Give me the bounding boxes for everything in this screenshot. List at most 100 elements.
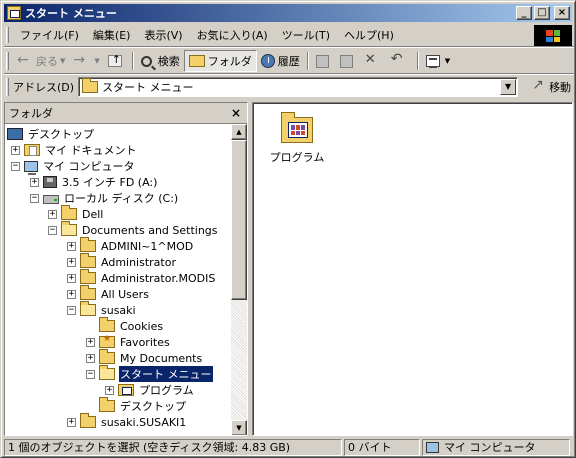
expand-icon[interactable]: + — [67, 289, 76, 299]
folders-button[interactable]: フォルダ — [183, 50, 257, 72]
title-bar[interactable]: スタート メニュー _ □ × — [4, 4, 572, 22]
tree-item-label[interactable]: Administrator — [100, 256, 177, 269]
tree-item-cookies[interactable]: Cookies — [86, 317, 164, 334]
file-item-programs[interactable]: プログラム — [267, 109, 327, 165]
tree-item-documents-and-settings[interactable]: − Documents and Settings — [48, 221, 219, 238]
tree-item-label[interactable]: Dell — [81, 208, 104, 221]
toolbar-grip[interactable] — [6, 52, 9, 70]
tree-item-label[interactable]: Cookies — [119, 320, 164, 333]
tree-item-my-documents-user[interactable]: + My Documents — [86, 349, 203, 366]
tree-item-label[interactable]: ADMINI~1^MOD — [100, 240, 194, 253]
tree-item-label[interactable]: My Documents — [119, 352, 203, 365]
folder-open-icon — [99, 365, 115, 380]
tree-item-label[interactable]: マイ コンピュータ — [42, 158, 136, 174]
folder-icon — [99, 317, 115, 332]
move-to-button[interactable] — [312, 50, 336, 72]
tree-item-administrator[interactable]: + Administrator — [67, 253, 177, 270]
tree-item-label[interactable]: susaki — [100, 304, 137, 317]
tree-item-admini-mod[interactable]: + ADMINI~1^MOD — [67, 237, 194, 254]
close-button[interactable]: × — [554, 6, 570, 20]
folder-pane-close-button[interactable]: × — [229, 106, 243, 120]
tree-item-administrator-modis[interactable]: + Administrator.MODIS — [67, 269, 216, 286]
tree-item-label[interactable]: Favorites — [119, 336, 171, 349]
tree-item-susaki-susaki1[interactable]: + susaki.SUSAKI1 — [67, 413, 187, 430]
scroll-up-button[interactable]: ▲ — [231, 124, 247, 140]
scroll-down-button[interactable]: ▼ — [231, 420, 247, 435]
menu-tools[interactable]: ツール(T) — [275, 25, 337, 45]
history-button[interactable]: 履歴 — [257, 50, 304, 72]
programs-folder-icon[interactable] — [281, 112, 313, 143]
collapse-icon[interactable]: − — [48, 225, 57, 235]
tree-item-label[interactable]: 3.5 インチ FD (A:) — [61, 174, 158, 190]
tree-item-start-menu[interactable]: − スタート メニュー — [86, 365, 214, 383]
tree-item-all-users[interactable]: + All Users — [67, 285, 150, 302]
maximize-button[interactable]: □ — [534, 6, 550, 20]
collapse-icon[interactable]: − — [30, 193, 39, 203]
menu-file[interactable]: ファイル(F) — [13, 25, 86, 45]
address-dropdown-button[interactable]: ▼ — [500, 79, 517, 95]
tree-item-floppy[interactable]: + 3.5 インチ FD (A:) — [30, 174, 158, 190]
menu-favorites[interactable]: お気に入り(A) — [190, 25, 275, 45]
file-item-label[interactable]: プログラム — [270, 149, 325, 165]
collapse-icon[interactable]: − — [67, 305, 76, 315]
expand-icon[interactable]: + — [67, 241, 76, 251]
tree-item-desktop-user[interactable]: デスクトップ — [86, 397, 187, 414]
expand-icon[interactable]: + — [67, 417, 76, 427]
views-button[interactable]: ▼ — [422, 50, 454, 72]
tree-item-label[interactable]: Documents and Settings — [81, 224, 219, 237]
delete-button[interactable] — [360, 50, 387, 72]
folder-icon — [61, 205, 77, 220]
menu-view[interactable]: 表示(V) — [137, 25, 189, 45]
expand-icon[interactable]: + — [86, 337, 95, 347]
tree-item-local-disk[interactable]: − ローカル ディスク (C:) — [30, 190, 179, 206]
address-input[interactable]: スタート メニュー ▼ — [78, 77, 519, 97]
menu-edit[interactable]: 編集(E) — [86, 25, 138, 45]
tree-item-label[interactable]: susaki.SUSAKI1 — [100, 416, 187, 429]
tree-item-my-computer[interactable]: − マイ コンピュータ — [11, 158, 136, 175]
expand-icon[interactable]: + — [67, 273, 76, 283]
collapse-icon[interactable]: − — [11, 161, 20, 171]
menubar-grip[interactable] — [6, 27, 9, 43]
chevron-down-icon[interactable]: ▼ — [445, 57, 450, 65]
up-button[interactable] — [104, 50, 129, 72]
tree-item-label[interactable]: ローカル ディスク (C:) — [63, 190, 179, 206]
minimize-button[interactable]: _ — [516, 6, 532, 20]
tree-item-favorites[interactable]: + Favorites — [86, 334, 171, 350]
tree-item-label[interactable]: Administrator.MODIS — [100, 272, 216, 285]
folder-window-icon[interactable] — [7, 6, 21, 20]
menu-help[interactable]: ヘルプ(H) — [337, 25, 401, 45]
tree-item-label[interactable]: All Users — [100, 288, 150, 301]
chevron-down-icon[interactable]: ▼ — [60, 57, 65, 65]
forward-button[interactable]: ▼ — [69, 50, 103, 72]
addressbar-grip[interactable] — [6, 78, 9, 96]
folder-tree[interactable]: デスクトップ + マイ ドキュメント − マイ コンピュータ + 3.5 インチ… — [5, 123, 247, 435]
expand-icon[interactable]: + — [67, 257, 76, 267]
expand-icon[interactable]: + — [48, 209, 57, 219]
address-value[interactable]: スタート メニュー — [102, 79, 194, 95]
expand-icon[interactable]: + — [86, 353, 95, 363]
tree-item-programs[interactable]: + プログラム — [105, 382, 195, 398]
tree-item-my-documents[interactable]: + マイ ドキュメント — [11, 142, 138, 158]
tree-item-label[interactable]: デスクトップ — [27, 126, 95, 142]
tree-item-label[interactable]: プログラム — [138, 382, 195, 398]
scroll-thumb[interactable] — [231, 140, 247, 300]
expand-icon[interactable]: + — [30, 177, 39, 187]
tree-item-label[interactable]: デスクトップ — [119, 398, 187, 414]
file-list-pane[interactable]: プログラム — [252, 102, 573, 436]
tree-item-desktop[interactable]: デスクトップ — [7, 126, 95, 142]
copy-to-button[interactable] — [336, 50, 360, 72]
tree-item-label[interactable]: マイ ドキュメント — [44, 142, 138, 158]
tree-item-susaki[interactable]: − susaki — [67, 301, 137, 318]
chevron-down-icon[interactable]: ▼ — [94, 57, 99, 65]
tree-scrollbar[interactable]: ▲ ▼ — [231, 124, 247, 435]
go-button[interactable]: 移動 — [532, 77, 571, 95]
back-button[interactable]: 戻る ▼ — [13, 50, 69, 72]
explorer-window: スタート メニュー _ □ × ファイル(F) 編集(E) 表示(V) お気に入… — [0, 0, 576, 458]
tree-item-dell[interactable]: + Dell — [48, 205, 104, 222]
expand-icon[interactable]: + — [11, 145, 20, 155]
expand-icon[interactable]: + — [105, 385, 114, 395]
undo-button[interactable] — [387, 50, 414, 72]
collapse-icon[interactable]: − — [86, 369, 95, 379]
search-button[interactable]: 検索 — [137, 50, 184, 72]
tree-item-label[interactable]: スタート メニュー — [118, 365, 214, 383]
